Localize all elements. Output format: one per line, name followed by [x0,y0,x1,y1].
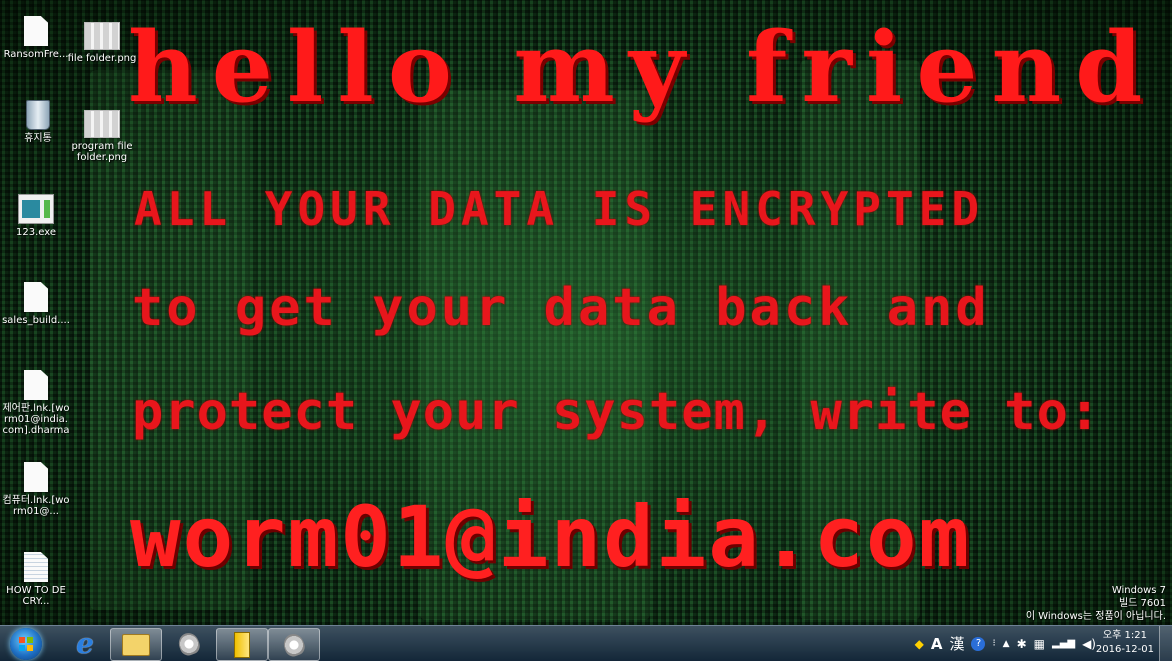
desktop-icon-how-to-decrypt[interactable]: HOW TO DECRY... [0,552,72,607]
desktop-icon-program-file-folder-png[interactable]: program file folder.png [66,110,138,163]
document-icon [24,462,48,492]
document-icon [24,16,48,46]
folder-icon [234,631,250,658]
windows-watermark: Windows 7 빌드 7601 이 Windows는 정품이 아닙니다. [1026,584,1166,623]
show-desktop-button[interactable] [1159,626,1172,661]
ime-hanja-indicator[interactable]: 漢 [949,633,964,654]
image-file-icon [84,110,120,138]
desktop-icon-label: program file folder.png [71,141,133,163]
network-adapter-icon[interactable]: ▦ [1034,637,1045,651]
text-file-icon [24,552,48,582]
desktop-icon-label: 휴지통 [24,133,52,144]
recycle-bin-icon [26,100,50,130]
network-signal-icon[interactable]: ▂▄▆ [1052,638,1075,649]
desktop-icon-label: file folder.png [67,53,137,64]
ransom-email: worm01@india.com [130,488,972,586]
help-icon[interactable]: ? [971,636,986,651]
ransom-line-get-data: to get your data back and [132,278,990,338]
start-button[interactable] [10,628,42,660]
desktop-icon-label: 123.exe [15,227,56,238]
desktop-icon-label: 컴퓨터.lnk.[worm01@... [2,495,70,517]
desktop-icon-label: RansomFre... [3,49,69,60]
clock-time: 오후 1:21 [1102,630,1147,641]
desktop-icon-control-panel-lnk[interactable]: 제어판.lnk.[worm01@india.com].dharma [0,370,72,436]
desktop-icon-computer-lnk[interactable]: 컴퓨터.lnk.[worm01@... [0,462,72,517]
desktop-icon-label: 제어판.lnk.[worm01@india.com].dharma [2,403,70,436]
ransom-line-encrypted: ALL YOUR DATA IS ENCRYPTED [134,182,985,236]
taskbar-paint-2[interactable] [268,628,320,661]
desktop-icon-123-exe[interactable]: 123.exe [0,194,72,238]
windows-explorer-icon [122,633,150,656]
watermark-os: Windows 7 [1111,585,1166,596]
taskbar: e ◆ A 漢 ? ⁝ ▲ ✱ ▦ ▂▄▆ ◀) 오후 1:21 2016-12… [0,625,1172,661]
taskbar-internet-explorer[interactable]: e [60,627,110,660]
desktop-icon-sales-build[interactable]: sales_build.... [0,282,72,326]
taskbar-folder[interactable] [216,628,268,661]
desktop-icon-label: sales_build.... [2,315,70,326]
taskbar-paint[interactable] [164,628,214,659]
ime-language-indicator[interactable]: A [931,635,943,653]
desktop-icon-recycle-bin[interactable]: 휴지통 [2,100,74,144]
volume-icon[interactable]: ◀) [1082,637,1096,651]
desktop-icon-label: HOW TO DECRY... [6,585,66,607]
system-clock[interactable]: 오후 1:21 2016-12-01 [1096,629,1154,657]
image-file-icon [84,22,120,50]
watermark-genuine: 이 Windows는 정품이 아닙니다. [1025,611,1166,622]
desktop-icon-ransomfre[interactable]: RansomFre... [0,16,72,60]
show-hidden-icons-button[interactable]: ▲ [1003,639,1010,649]
clock-date: 2016-12-01 [1095,644,1154,655]
ime-indicator-icon[interactable]: ◆ [915,637,924,651]
document-icon [24,282,48,312]
watermark-build: 빌드 7601 [1118,598,1166,609]
document-icon [24,370,48,400]
desktop-icon-file-folder-png[interactable]: file folder.png [66,22,138,64]
ransom-line-write-to: protect your system, write to: [132,382,1102,442]
windows-logo-icon [19,637,33,651]
ime-options-icon[interactable]: ⁝ [992,638,995,649]
system-tray: ◆ A 漢 ? ⁝ ▲ ✱ ▦ ▂▄▆ ◀) [915,626,1096,661]
taskbar-windows-explorer[interactable] [110,628,162,661]
bluetooth-icon[interactable]: ✱ [1017,637,1027,651]
paint-icon [280,630,308,659]
ransom-headline: hello my friend [128,11,1157,124]
paint-icon [175,629,203,658]
application-icon [18,194,54,224]
internet-explorer-icon: e [76,627,94,660]
